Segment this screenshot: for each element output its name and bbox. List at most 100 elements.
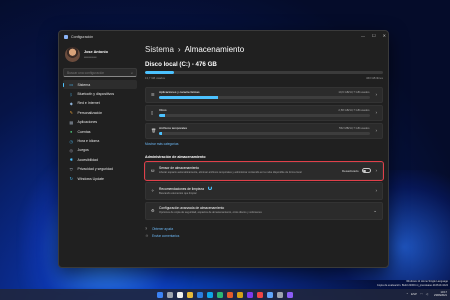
- sidebar-item-personalizacion[interactable]: ✎ Personalización: [63, 108, 137, 117]
- breadcrumb: Sistema › Almacenamiento: [145, 45, 383, 54]
- main-content: Sistema › Almacenamiento Disco local (C:…: [144, 42, 384, 267]
- storage-sense-row[interactable]: ⛁ Sensor de almacenamiento Liberar espac…: [144, 160, 384, 181]
- section-title: Administración de almacenamiento: [145, 154, 206, 159]
- get-help-label: Obtener ayuda: [152, 226, 174, 231]
- taskbar-clock[interactable]: 10:17 23/06/2021: [434, 291, 447, 297]
- sidebar-item-privacidad[interactable]: ⛉ Privacidad y seguridad: [63, 165, 137, 174]
- app-icon[interactable]: [257, 291, 263, 298]
- category-bar-fill: [159, 132, 163, 135]
- window-title: Configuración: [71, 34, 94, 39]
- app-icon[interactable]: [237, 291, 243, 298]
- sidebar-item-label: Red e Internet: [77, 101, 100, 106]
- loading-spinner-icon: [207, 185, 212, 190]
- disk-used-label: 13,7 GB usados: [145, 75, 166, 80]
- sidebar-item-accesibilidad[interactable]: ✱ Accesibilidad: [63, 155, 137, 164]
- chevron-up-icon[interactable]: ^: [407, 292, 408, 296]
- update-icon: ↻: [69, 176, 73, 182]
- category-apps[interactable]: ☰ Aplicaciones y características 10,6 GB…: [145, 86, 383, 103]
- chevron-right-icon: ›: [375, 92, 378, 97]
- cleanup-desc: Buscando elementos que limpiar: [159, 191, 197, 195]
- accessibility-icon: ✱: [69, 157, 73, 163]
- sidebar-item-aplicaciones[interactable]: ▦ Aplicaciones: [63, 118, 137, 127]
- minimize-button[interactable]: —: [361, 33, 365, 38]
- advanced-desc: Opciones de copia de seguridad, espacios…: [159, 211, 262, 215]
- volume-icon[interactable]: ◁: [426, 292, 428, 296]
- storage-sense-desc: Liberar espacio automáticamente, elimina…: [159, 171, 302, 175]
- gamepad-icon: ◎: [69, 147, 74, 153]
- app-icon[interactable]: [247, 291, 253, 298]
- sidebar-item-hora[interactable]: ◷ Hora e idioma: [63, 136, 137, 145]
- get-help-link[interactable]: ? Obtener ayuda: [145, 227, 383, 231]
- app-icon[interactable]: [217, 291, 223, 298]
- category-bar: [159, 114, 370, 117]
- sidebar-item-windows-update[interactable]: ↻ Windows Update: [63, 174, 137, 183]
- task-view-icon[interactable]: [177, 291, 183, 298]
- chevron-right-icon: ›: [375, 110, 378, 115]
- profile-email: ••••••••••••: [84, 55, 97, 59]
- cleanup-recommendations-row[interactable]: ✧ Recomendaciones de limpieza Buscando e…: [145, 181, 383, 200]
- storage-sense-toggle[interactable]: [361, 168, 371, 173]
- search-icon[interactable]: ⌕: [131, 71, 133, 75]
- search-input[interactable]: [67, 70, 127, 75]
- sidebar-item-cuentas[interactable]: ● Cuentas: [63, 127, 137, 136]
- system-tray-icons: ^ ESP ◠ ◁: [407, 292, 428, 296]
- settings-window: Configuración — ☐ ✕ Jose Antonio •••••••…: [58, 30, 389, 268]
- trash-icon: 🗑: [151, 127, 157, 133]
- close-button[interactable]: ✕: [383, 33, 386, 38]
- app-icon[interactable]: [267, 291, 273, 298]
- sidebar-item-label: Accesibilidad: [77, 157, 98, 162]
- broom-icon: ✧: [151, 188, 155, 193]
- search-icon[interactable]: [167, 291, 173, 298]
- category-bar: [159, 132, 370, 135]
- disk-usage-fill: [145, 71, 174, 74]
- chevron-right-icon: ›: [375, 188, 378, 193]
- title-bar: Configuración: [59, 31, 388, 42]
- clock-date: 23/06/2021: [434, 293, 447, 297]
- category-size: 552 MB/13,7 GB usados: [339, 126, 370, 131]
- clock-globe-icon: ◷: [69, 138, 74, 144]
- shield-icon: ⛉: [69, 166, 73, 172]
- sidebar-item-red[interactable]: ◆ Red e Internet: [63, 99, 137, 108]
- evaluation-watermark: Windows 11 Home Single Language Copia de…: [377, 280, 448, 287]
- advanced-storage-row[interactable]: ⚙ Configuración avanzada de almacenamien…: [145, 201, 383, 220]
- show-more-categories-link[interactable]: Mostrar más categorías: [145, 142, 383, 146]
- file-explorer-icon[interactable]: [187, 291, 193, 298]
- sidebar-item-label: Windows Update: [77, 176, 104, 181]
- taskbar-icons: [157, 291, 293, 298]
- send-feedback-link[interactable]: ☺ Enviar comentarios: [145, 234, 383, 238]
- category-bar-fill: [159, 114, 166, 117]
- app-icon[interactable]: [277, 291, 283, 298]
- profile-name: Jose Antonio: [84, 50, 108, 54]
- storage-sense-toggle-wrap: Desactivado: [342, 168, 371, 173]
- start-icon[interactable]: [157, 291, 163, 298]
- footer-links: ? Obtener ayuda ☺ Enviar comentarios: [145, 227, 383, 238]
- search-box[interactable]: ⌕: [63, 68, 137, 77]
- breadcrumb-parent[interactable]: Sistema: [145, 45, 174, 54]
- category-label: Otros: [159, 108, 167, 113]
- sidebar-item-label: Sistema: [77, 82, 91, 87]
- watermark-line2: Copia de evaluación. Build 22000.ni_prer…: [376, 283, 448, 287]
- settings-icon[interactable]: [287, 291, 293, 298]
- breadcrumb-separator: ›: [177, 45, 181, 54]
- sidebar-item-juegos[interactable]: ◎ Juegos: [63, 146, 137, 155]
- category-temp-files[interactable]: 🗑 Archivos temporales 552 MB/13,7 GB usa…: [145, 122, 383, 139]
- store-icon[interactable]: [207, 291, 213, 298]
- toggle-state-label: Desactivado: [341, 168, 359, 173]
- disk-usage-legend: 13,7 GB usados 463 GB libres: [145, 76, 383, 80]
- network-icon: ◆: [69, 100, 73, 106]
- maximize-button[interactable]: ☐: [372, 33, 376, 38]
- sidebar-item-bluetooth[interactable]: ᛒ Bluetooth y dispositivos: [63, 89, 137, 98]
- avatar: [65, 47, 80, 62]
- language-indicator[interactable]: ESP: [411, 292, 417, 296]
- disk-title: Disco local (C:) - 476 GB: [145, 61, 217, 68]
- page-title: Almacenamiento: [184, 45, 245, 54]
- user-profile[interactable]: Jose Antonio ••••••••••••: [65, 47, 135, 62]
- category-others[interactable]: ▯ Otros 2,58 GB/13,7 GB usados ›: [145, 104, 383, 121]
- chevron-right-icon: ›: [375, 128, 378, 133]
- app-icon[interactable]: [227, 291, 233, 298]
- sidebar-item-sistema[interactable]: ▭ Sistema: [63, 80, 137, 90]
- chevron-right-icon: ›: [375, 168, 378, 173]
- wifi-icon[interactable]: ◠: [420, 292, 423, 296]
- edge-icon[interactable]: [197, 291, 203, 298]
- category-bar: [159, 96, 370, 99]
